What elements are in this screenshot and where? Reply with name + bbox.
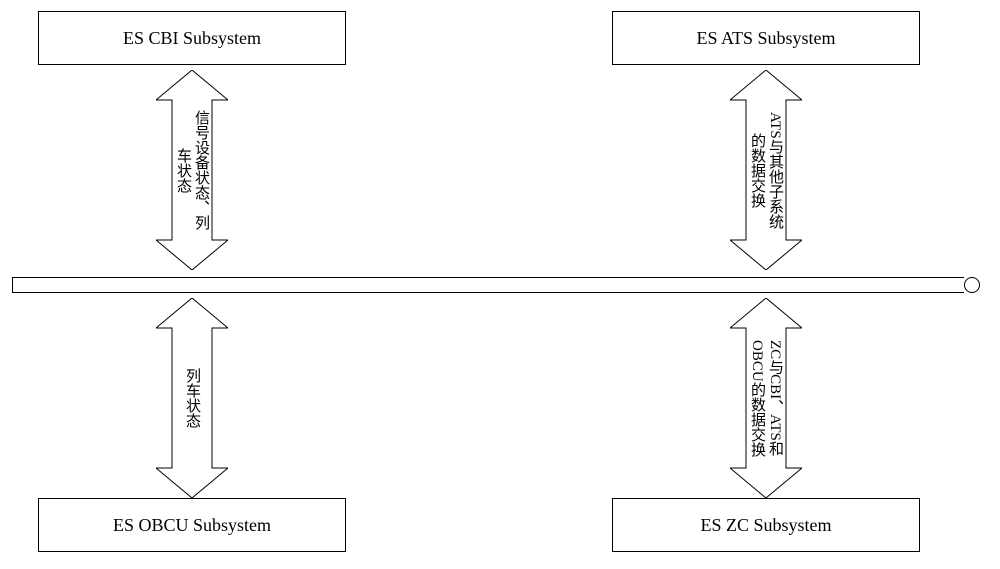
arrow-label-ats: ATS与其他子系统 的数据交换 [730, 70, 802, 270]
arrow-ats-bus: ATS与其他子系统 的数据交换 [730, 70, 802, 270]
data-bus [12, 277, 980, 293]
arrow-label-line: 车状态 [175, 148, 191, 193]
subsystem-zc: ES ZC Subsystem [612, 498, 920, 552]
arrow-zc-bus: ZC与CBI、ATS和 OBCU的数据交换 [730, 298, 802, 498]
arrow-label-line: 信号设备状态、列 [193, 110, 209, 230]
bus-body [12, 277, 964, 293]
bus-cap-icon [964, 277, 980, 293]
arrow-label-zc: ZC与CBI、ATS和 OBCU的数据交换 [730, 298, 802, 498]
arrow-label-line: OBCU的数据交换 [749, 340, 765, 457]
arrow-label-obcu: 列车状态 [156, 298, 228, 498]
subsystem-obcu: ES OBCU Subsystem [38, 498, 346, 552]
arrow-label-line: ZC与CBI、ATS和 [767, 340, 783, 456]
arrow-obcu-bus: 列车状态 [156, 298, 228, 498]
arrow-label-line: 列车状态 [184, 368, 200, 428]
arrow-label-cbi: 信号设备状态、列 车状态 [156, 70, 228, 270]
arrow-label-line: ATS与其他子系统 [767, 112, 783, 229]
subsystem-cbi: ES CBI Subsystem [38, 11, 346, 65]
subsystem-ats: ES ATS Subsystem [612, 11, 920, 65]
arrow-cbi-bus: 信号设备状态、列 车状态 [156, 70, 228, 270]
arrow-label-line: 的数据交换 [749, 133, 765, 208]
